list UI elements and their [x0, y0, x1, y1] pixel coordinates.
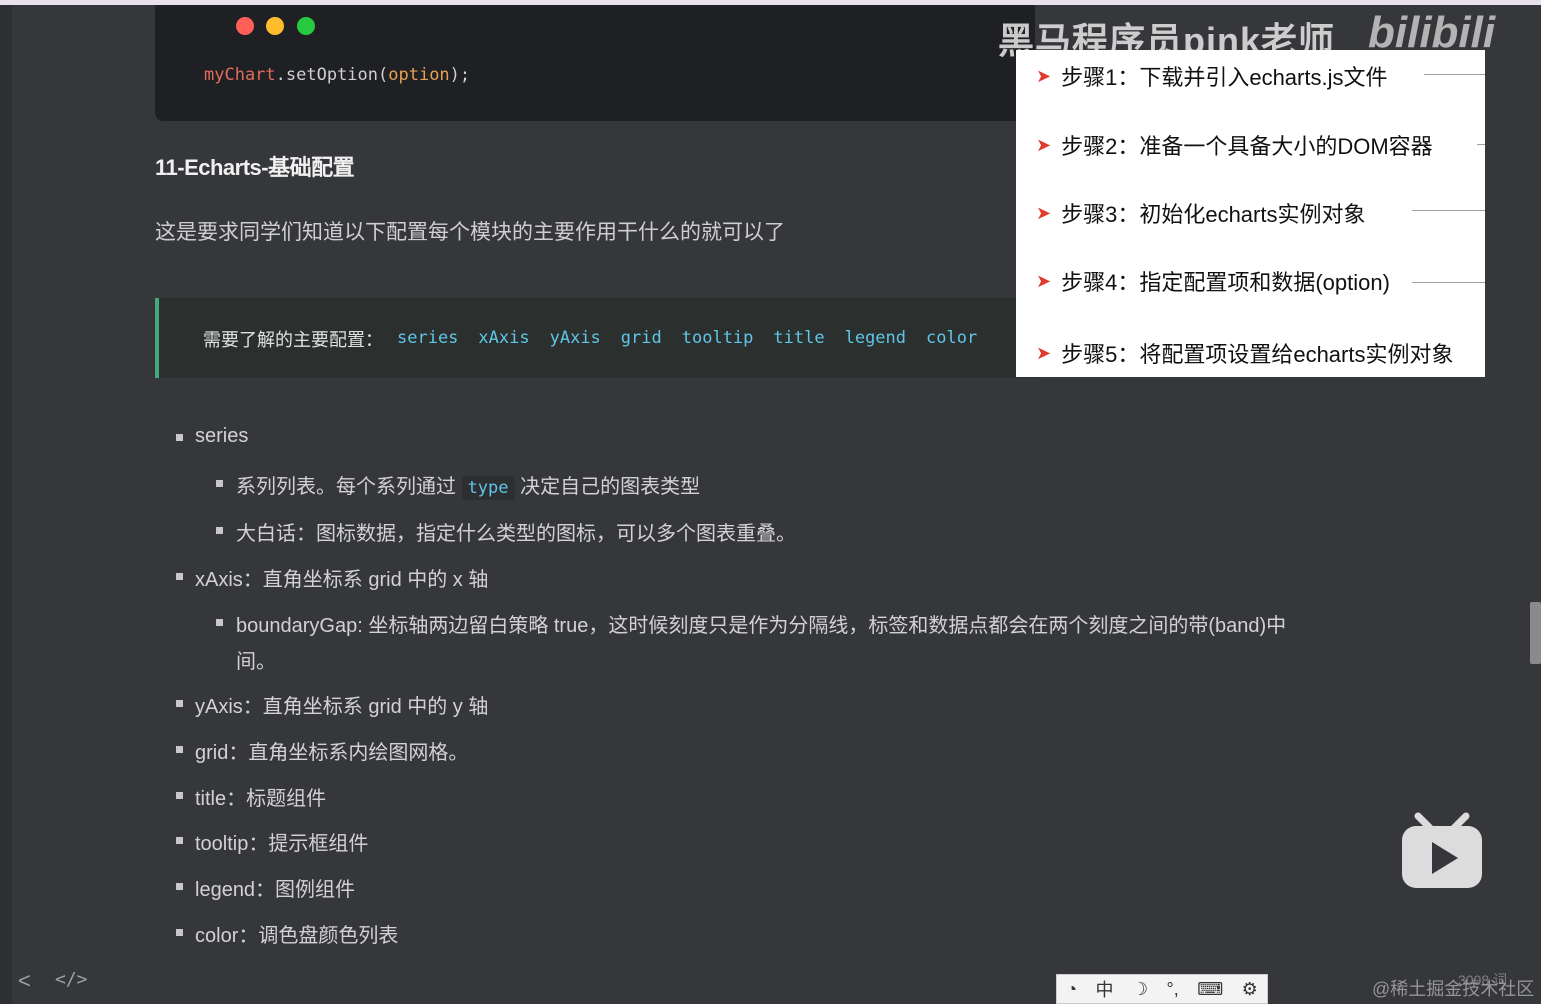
- config-item: legend: [844, 328, 907, 348]
- arrow-icon: ➤: [1036, 270, 1052, 291]
- bilibili-play-icon: [1402, 812, 1482, 888]
- source-toggle-button[interactable]: </>: [55, 969, 88, 990]
- step-connector: [1477, 144, 1485, 145]
- settings-gear-icon[interactable]: ⚙: [1242, 979, 1258, 1000]
- code-block: myChart.setOption(option);: [155, 5, 1035, 121]
- step-item: ➤ 步骤4：指定配置项和数据(option): [1036, 265, 1390, 297]
- site-watermark: @稀土掘金技术社区: [1372, 979, 1535, 999]
- step-item: ➤ 步骤3：初始化echarts实例对象: [1036, 197, 1365, 229]
- list-item-legend: legend：图例组件: [195, 879, 356, 901]
- keyboard-icon[interactable]: ⌨: [1197, 979, 1223, 1000]
- config-item: series: [397, 328, 459, 348]
- ime-toolbar: ◔ 中 ☽ °, ⌨ ⚙: [1056, 974, 1268, 1004]
- callout-box: 需要了解的主要配置： series xAxis yAxis grid toolt…: [155, 298, 1039, 378]
- step-item: ➤ 步骤5：将配置项设置给echarts实例对象: [1036, 337, 1453, 369]
- arrow-icon: ➤: [1036, 202, 1052, 223]
- left-gutter: [0, 5, 12, 1004]
- config-item: yAxis: [549, 328, 601, 348]
- config-item: tooltip: [681, 328, 754, 348]
- config-item: xAxis: [478, 328, 530, 348]
- step-label: 步骤2：准备一个具备大小的DOM容器: [1061, 134, 1433, 159]
- list-item-xaxis: xAxis：直角坐标系 grid 中的 x 轴: [195, 569, 489, 591]
- list-item-title: title：标题组件: [195, 788, 327, 810]
- window-minimize-dot: [266, 17, 284, 35]
- bullet: [176, 434, 183, 441]
- section-heading: 11-Echarts-基础配置: [155, 155, 355, 180]
- config-item: color: [926, 328, 978, 348]
- arrow-icon: ➤: [1036, 134, 1052, 155]
- ime-lang-button[interactable]: 中: [1096, 976, 1114, 1002]
- prev-button[interactable]: <: [18, 968, 31, 994]
- bullet: [216, 480, 223, 487]
- bullet: [176, 837, 183, 844]
- code-argument: option: [388, 65, 450, 85]
- step-connector: [1412, 282, 1485, 283]
- list-item-tooltip: tooltip：提示框组件: [195, 833, 369, 855]
- step-label: 步骤3：初始化echarts实例对象: [1061, 202, 1366, 227]
- code-line: myChart.setOption(option);: [204, 65, 470, 85]
- bullet: [216, 619, 223, 626]
- step-label: 步骤1：下载并引入echarts.js文件: [1061, 65, 1388, 90]
- bullet: [176, 883, 183, 890]
- code-method: .setOption(: [275, 65, 389, 85]
- callout-config-list: series xAxis yAxis grid tooltip title le…: [397, 328, 977, 348]
- intro-text: 这是要求同学们知道以下配置每个模块的主要作用干什么的就可以了: [155, 221, 785, 244]
- list-item-grid: grid：直角坐标系内绘图网格。: [195, 742, 469, 764]
- step-connector: [1424, 74, 1485, 75]
- step-item: ➤ 步骤1：下载并引入echarts.js文件: [1036, 60, 1387, 92]
- ime-logo-icon[interactable]: ◔: [1066, 979, 1077, 1000]
- scrollbar-thumb[interactable]: [1530, 602, 1541, 664]
- bullet: [176, 573, 183, 580]
- list-item-color: color：调色盘颜色列表: [195, 925, 399, 947]
- window-close-dot: [236, 17, 254, 35]
- code-variable: myChart: [204, 65, 276, 85]
- window-maximize-dot: [297, 17, 315, 35]
- callout-label: 需要了解的主要配置：: [203, 330, 383, 350]
- punctuation-icon[interactable]: °,: [1167, 979, 1179, 1000]
- series-type-text: 系列列表。每个系列通过: [236, 476, 456, 498]
- series-type-text-end: 决定自己的图表类型: [520, 476, 701, 498]
- arrow-icon: ➤: [1036, 342, 1052, 363]
- bullet: [176, 792, 183, 799]
- step-item: ➤ 步骤2：准备一个具备大小的DOM容器: [1036, 129, 1433, 161]
- config-item: title: [773, 328, 825, 348]
- inline-code-type: type: [461, 476, 515, 500]
- list-item-series-plain: 大白话：图标数据，指定什么类型的图标，可以多个图表重叠。: [236, 523, 796, 545]
- config-item: grid: [620, 328, 662, 348]
- list-item-boundarygap-cont: 间。: [236, 651, 276, 673]
- list-item-series: series: [195, 425, 249, 447]
- steps-panel: ➤ 步骤1：下载并引入echarts.js文件 ➤ 步骤2：准备一个具备大小的D…: [1016, 50, 1485, 377]
- step-connector: [1412, 210, 1485, 211]
- list-item-yaxis: yAxis：直角坐标系 grid 中的 y 轴: [195, 696, 489, 718]
- bullet: [216, 527, 223, 534]
- moon-icon[interactable]: ☽: [1132, 979, 1148, 1000]
- list-item-boundarygap: boundaryGap: 坐标轴两边留白策略 true，这时候刻度只是作为分隔线…: [236, 615, 1287, 637]
- code-close: );: [449, 65, 471, 85]
- step-label: 步骤4：指定配置项和数据(option): [1061, 270, 1390, 295]
- step-label: 步骤5：将配置项设置给echarts实例对象: [1061, 342, 1454, 367]
- arrow-icon: ➤: [1036, 65, 1052, 86]
- bullet: [176, 700, 183, 707]
- list-item-series-type: 系列列表。每个系列通过 type 决定自己的图表类型: [236, 470, 701, 500]
- bullet: [176, 746, 183, 753]
- bullet: [176, 929, 183, 936]
